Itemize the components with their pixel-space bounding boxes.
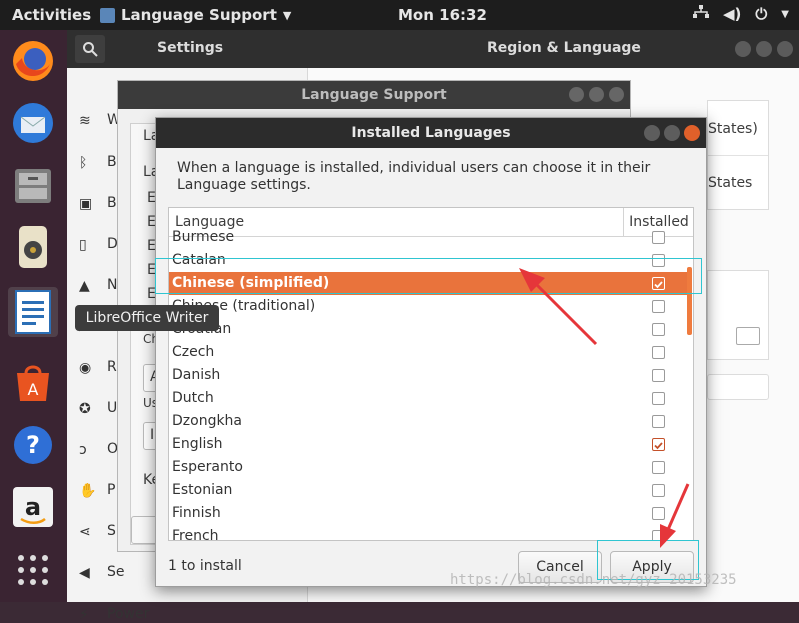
arrow-head xyxy=(660,524,676,548)
power-icon: ⚡ xyxy=(79,607,89,623)
annotation-arrows xyxy=(519,268,690,548)
arrow-line xyxy=(531,279,598,346)
dock-tooltip: LibreOffice Writer xyxy=(75,305,219,331)
arrow-line xyxy=(665,483,690,533)
sidebar-item-label: Power xyxy=(107,606,150,622)
watermark: https://blog.csdn.net/gyz_20153235 xyxy=(450,572,737,588)
sidebar-item-power[interactable]: ⚡ Power xyxy=(79,606,150,623)
